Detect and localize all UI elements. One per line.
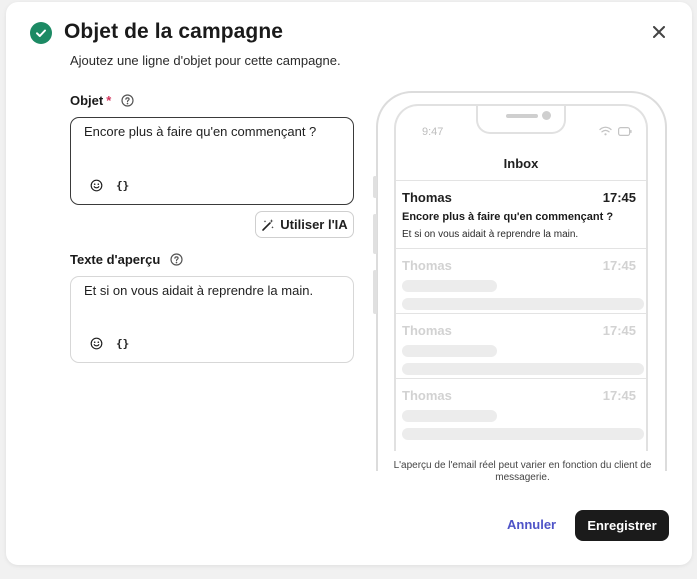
subject-label-text: Objet <box>70 93 104 108</box>
subject-input-value: Encore plus à faire qu'en commençant ? <box>84 124 317 139</box>
phone-side-button <box>373 270 377 314</box>
list-item: Thomas 17:45 <box>396 313 646 378</box>
preview-text-input[interactable]: Et si on vous aidait à reprendre la main… <box>70 276 354 363</box>
list-item: Thomas 17:45 <box>396 248 646 313</box>
help-icon[interactable] <box>170 253 183 266</box>
status-time: 9:47 <box>422 126 444 138</box>
placeholder-bar <box>402 428 644 440</box>
preview-text-input-value: Et si on vous aidait à reprendre la main… <box>84 283 314 298</box>
phone-notch <box>476 106 566 134</box>
dialog-subtitle: Ajoutez une ligne d'objet pour cette cam… <box>70 53 341 68</box>
subject-input[interactable]: Encore plus à faire qu'en commençant ? {… <box>70 117 354 205</box>
wifi-icon <box>599 126 612 136</box>
message-subject: Encore plus à faire qu'en commençant ? <box>402 211 614 223</box>
status-icons <box>599 126 632 136</box>
check-circle-icon <box>30 22 52 44</box>
subject-input-tools: {} <box>90 179 129 192</box>
message-time: 17:45 <box>602 258 636 273</box>
message-preview: Et si on vous aidait à reprendre la main… <box>402 229 579 240</box>
battery-icon <box>618 126 632 136</box>
save-button[interactable]: Enregistrer <box>575 510 669 541</box>
help-icon[interactable] <box>121 94 134 107</box>
emoji-icon[interactable] <box>90 179 103 192</box>
message-sender: Thomas <box>402 190 452 205</box>
message-sender: Thomas <box>402 323 452 338</box>
use-ai-button[interactable]: Utiliser l'IA <box>255 211 354 238</box>
insert-variable-button[interactable]: {} <box>116 337 129 350</box>
message-time: 17:45 <box>602 388 636 403</box>
preview-text-label-text: Texte d'aperçu <box>70 252 161 267</box>
placeholder-bar <box>402 345 497 357</box>
emoji-icon[interactable] <box>90 337 103 350</box>
inbox-title: Inbox <box>503 156 539 171</box>
close-icon <box>653 26 665 38</box>
list-item: Thomas 17:45 <box>396 378 646 451</box>
dialog-title: Objet de la campagne <box>64 20 284 43</box>
preview-disclaimer: L'aperçu de l'email réel peut varier en … <box>393 460 652 483</box>
message-time: 17:45 <box>602 323 636 338</box>
cancel-button[interactable]: Annuler <box>507 517 556 532</box>
message-time: 17:45 <box>602 190 636 205</box>
message-sender: Thomas <box>402 388 452 403</box>
placeholder-bar <box>402 280 497 292</box>
magic-wand-icon <box>262 218 275 231</box>
preview-text-label: Texte d'aperçu <box>70 252 183 267</box>
placeholder-bar <box>402 298 644 310</box>
use-ai-label: Utiliser l'IA <box>280 217 348 232</box>
placeholder-bar <box>402 363 644 375</box>
list-item: Thomas 17:45 Encore plus à faire qu'en c… <box>396 180 646 248</box>
placeholder-bar <box>402 410 497 422</box>
required-marker: * <box>106 93 112 108</box>
preview-text-input-tools: {} <box>90 337 129 350</box>
phone-screen: 9:47 Inbox Thomas 17:45 Encore plus à fa… <box>394 104 648 451</box>
phone-side-button <box>373 176 377 198</box>
subject-label: Objet * <box>70 93 134 108</box>
close-button[interactable] <box>648 21 670 43</box>
phone-side-button <box>373 214 377 254</box>
message-sender: Thomas <box>402 258 452 273</box>
insert-variable-button[interactable]: {} <box>116 179 129 192</box>
